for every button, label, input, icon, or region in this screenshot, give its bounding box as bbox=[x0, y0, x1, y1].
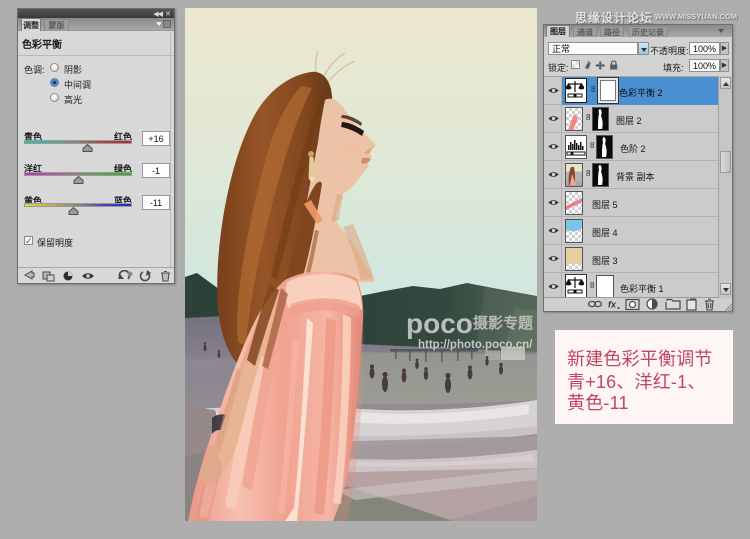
svg-text:poco: poco bbox=[406, 308, 473, 339]
svg-text:摄影专题: 摄影专题 bbox=[473, 314, 534, 332]
svg-text:fx: fx bbox=[608, 300, 617, 310]
svg-text:http://photo.poco.cn/: http://photo.poco.cn/ bbox=[418, 339, 533, 351]
